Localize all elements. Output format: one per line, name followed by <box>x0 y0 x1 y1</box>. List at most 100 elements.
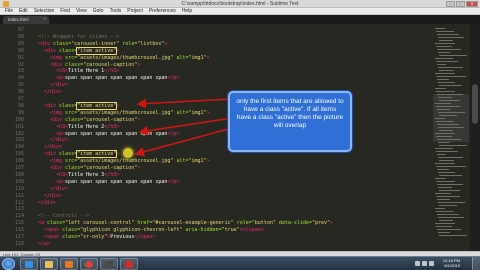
menu-goto[interactable]: Goto <box>90 8 107 14</box>
minimap-line <box>435 103 451 104</box>
taskbar-chrome-icon[interactable] <box>80 258 98 270</box>
code-line[interactable]: <div class="item active"> <box>44 101 119 110</box>
code-token: <div <box>44 151 57 158</box>
menu-tools[interactable]: Tools <box>107 8 125 14</box>
code-line[interactable]: </div> <box>50 186 68 192</box>
tray-flag-icon[interactable] <box>415 261 420 266</box>
code-line[interactable]: <span class="glyphicon glyphicon-chevron… <box>44 227 264 233</box>
start-button[interactable] <box>2 258 15 270</box>
minimap-line <box>435 148 453 149</box>
code-line[interactable]: </div> <box>44 144 62 150</box>
menu-edit[interactable]: Edit <box>16 8 31 14</box>
code-line[interactable]: <h3>Title Here 1</h3> <box>56 68 119 74</box>
minimap-line <box>436 31 454 32</box>
code-line[interactable]: <span class="sr-only">Previous</span> <box>44 234 155 240</box>
code-line[interactable]: <div class="carousel-inner" role="listbo… <box>38 41 167 47</box>
code-line[interactable]: <!-- Controls --> <box>38 213 89 219</box>
tab-close-icon[interactable]: × <box>43 16 46 24</box>
minimap-line <box>437 199 450 200</box>
code-token: src= <box>62 158 78 165</box>
menu-project[interactable]: Project <box>124 8 146 14</box>
minimap-line <box>435 208 445 209</box>
scrollbar-thumb[interactable] <box>472 84 478 124</box>
tab-index-html[interactable]: index.html × <box>3 16 49 24</box>
minimap-line <box>438 127 464 128</box>
menu-preferences[interactable]: Preferences <box>146 8 179 14</box>
code-token: class= <box>50 40 72 47</box>
code-token: "button" <box>251 220 276 227</box>
close-button[interactable]: ✕ <box>466 1 478 7</box>
code-line[interactable]: <p>span span span span span span span</p… <box>56 179 179 185</box>
taskbar-recorder-icon[interactable] <box>120 258 138 270</box>
code-line[interactable]: <h3>Title Here 3</h3> <box>56 172 119 178</box>
code-token: "carousel-caption" <box>83 61 138 68</box>
code-line[interactable]: <div class="carousel-caption"> <box>50 62 140 68</box>
line-number: 111 <box>14 192 24 199</box>
minimap-line <box>437 94 463 95</box>
code-line[interactable]: </div> <box>38 200 56 206</box>
code-token: "#carousel-example-generic" <box>152 220 234 227</box>
code-token: role= <box>119 40 138 47</box>
code-line[interactable]: </div> <box>44 89 62 95</box>
code-line[interactable]: <img src="assets/images/thumbcrousel.jpg… <box>50 158 210 164</box>
minimize-button[interactable]: – <box>446 1 455 7</box>
code-line[interactable]: </a> <box>38 241 50 247</box>
minimap-line <box>437 109 450 110</box>
code-token: Title Here 2 <box>68 123 105 130</box>
code-token: <img <box>50 54 63 61</box>
line-number: 101 <box>14 123 24 130</box>
taskbar-media-icon[interactable] <box>60 258 78 270</box>
minimap-line <box>435 118 445 119</box>
show-desktop-button[interactable] <box>472 257 480 270</box>
minimap-line <box>437 139 461 140</box>
minimap[interactable] <box>433 24 469 251</box>
taskbar-ie-icon[interactable] <box>20 258 38 270</box>
tray-volume-icon[interactable] <box>429 261 434 266</box>
menu-help[interactable]: Help <box>179 8 195 14</box>
minimap-line <box>438 97 452 98</box>
minimap-line <box>439 205 457 206</box>
code-line[interactable]: <p>span span span span span span span</p… <box>56 75 179 81</box>
code-token: </a> <box>38 240 51 247</box>
code-line[interactable]: <img src="assets/images/thumbcrousel.jpg… <box>50 110 210 116</box>
code-line[interactable]: <div class="item active"> <box>44 46 119 55</box>
code-line[interactable]: </div> <box>50 137 68 143</box>
code-line[interactable]: <h3>Title Here 2</h3> <box>56 124 119 130</box>
clock[interactable]: 12:16 PM 6/1/2015 <box>443 258 460 268</box>
menu-file[interactable]: File <box>2 8 16 14</box>
menu-selection[interactable]: Selection <box>31 8 58 14</box>
tray-network-icon[interactable] <box>422 261 427 266</box>
minimap-line <box>435 73 455 74</box>
minimap-line <box>439 145 467 146</box>
minimap-line <box>439 130 453 131</box>
menu-view[interactable]: View <box>73 8 90 14</box>
code-line[interactable]: </div> <box>44 193 62 199</box>
code-line[interactable]: <div class="item active"> <box>44 150 119 159</box>
taskbar-explorer-icon[interactable] <box>40 258 58 270</box>
code-token: </div> <box>50 185 69 192</box>
minimap-line <box>436 196 460 197</box>
minimap-line <box>438 187 452 188</box>
code-line[interactable]: <!-- Wrapper for slides --> <box>38 34 119 40</box>
code-line[interactable]: <div class="carousel-caption"> <box>50 117 140 123</box>
code-token: ></span> <box>239 227 264 234</box>
vertical-scrollbar[interactable] <box>470 24 480 251</box>
code-token: data-slide= <box>275 220 312 227</box>
tab-label: index.html <box>8 17 29 22</box>
code-token: <div <box>50 61 63 68</box>
code-line[interactable]: <img src="assets/images/thumbcrousel.jpg… <box>50 55 210 61</box>
code-token: <div <box>44 102 57 109</box>
code-line[interactable]: <p>span span span span span span span</p… <box>56 131 179 137</box>
line-number: 112 <box>14 199 24 206</box>
minimap-line <box>437 64 446 65</box>
line-number: 96 <box>17 89 24 96</box>
menu-find[interactable]: Find <box>57 8 73 14</box>
code-line[interactable]: <div class="carousel-caption"> <box>50 165 140 171</box>
maximize-button[interactable]: □ <box>456 1 465 7</box>
code-line[interactable]: </div> <box>50 82 68 88</box>
code-token: </div> <box>50 82 69 89</box>
code-token: <img <box>50 109 63 116</box>
code-line[interactable]: <a class="left carousel-control" href="#… <box>38 220 333 226</box>
code-token: "glyphicon glyphicon-chevron-left" <box>80 227 183 234</box>
taskbar-sublime-icon[interactable] <box>100 258 118 270</box>
